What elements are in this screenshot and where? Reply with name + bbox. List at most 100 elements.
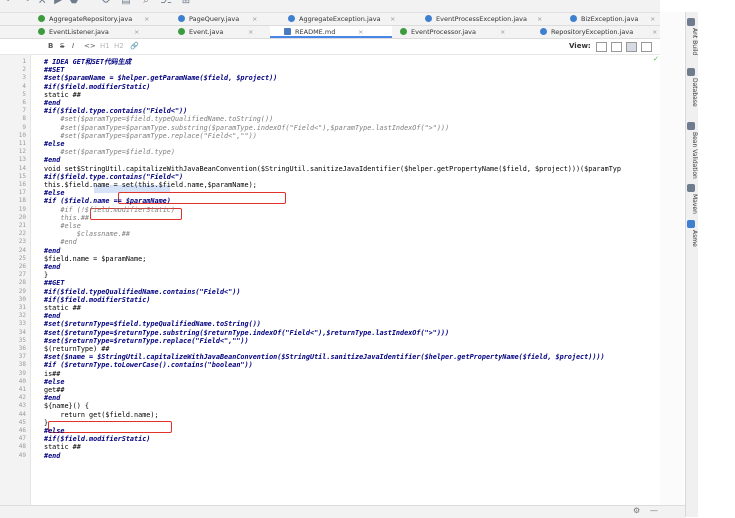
code-line[interactable]: #end — [44, 452, 60, 460]
code-line[interactable]: #end — [44, 263, 60, 271]
code-line[interactable]: #set($paramType=$field.typeQualifiedName… — [44, 115, 273, 123]
code-line[interactable]: $(returnType) ## — [44, 345, 109, 353]
code-line[interactable]: #end — [44, 247, 60, 255]
code-line[interactable]: static ## — [44, 443, 81, 451]
close-icon[interactable]: × — [390, 13, 395, 25]
code-line[interactable]: ##SET — [44, 66, 64, 74]
bold-button[interactable]: B — [48, 42, 53, 50]
code-line[interactable]: #if ($field.name == $paramName) — [44, 197, 171, 205]
undo-icon[interactable]: ↶ — [4, 0, 16, 6]
close-icon[interactable]: × — [252, 13, 257, 25]
code-line[interactable]: #end — [44, 99, 60, 107]
close-icon[interactable]: × — [652, 26, 657, 38]
close-icon[interactable]: × — [248, 26, 253, 38]
code-line[interactable]: } — [44, 419, 48, 427]
code-line[interactable]: return get($field.name); — [44, 411, 158, 419]
italic-button[interactable]: I — [72, 42, 74, 50]
tab-readme[interactable]: README.md × — [270, 26, 392, 38]
code-line[interactable]: get## — [44, 386, 64, 394]
code-line[interactable]: #if($field.modifierStatic) — [44, 435, 150, 443]
run-icon[interactable]: ▶ — [52, 0, 64, 6]
close-icon[interactable]: × — [134, 26, 139, 38]
tab-biz-exception[interactable]: BizException.java × — [570, 13, 660, 25]
redo-icon[interactable]: ↷ — [20, 0, 32, 6]
code-line[interactable]: #set($paramType=$field.type) — [44, 148, 175, 156]
tab-event-process-exception[interactable]: EventProcessException.java × — [425, 13, 555, 25]
code-line[interactable]: #if($field.type.contains("Field<") — [44, 173, 183, 181]
code-line[interactable]: #if($field.modifierStatic) — [44, 83, 150, 91]
code-line[interactable]: #else — [44, 140, 64, 148]
layout-toggle-button[interactable] — [641, 42, 652, 52]
tab-label: Event.java — [189, 28, 224, 36]
close-icon[interactable]: × — [650, 13, 655, 25]
h1-button[interactable]: H1 — [100, 42, 110, 50]
code-line[interactable]: #set($name = $StringUtil.capitalizeWithJ… — [44, 353, 605, 361]
editor-scrollbar[interactable] — [660, 12, 684, 505]
code-line[interactable]: #set($returnType=$field.typeQualifiedNam… — [44, 320, 261, 328]
code-line[interactable]: #else — [44, 189, 64, 197]
code-line[interactable]: #if($field.typeQualifiedName.contains("F… — [44, 288, 240, 296]
code-line[interactable]: #end — [44, 238, 76, 246]
h2-button[interactable]: H2 — [114, 42, 124, 50]
code-line[interactable]: #set($returnType=$returnType.substring($… — [44, 329, 449, 337]
minimize-icon[interactable]: — — [650, 506, 658, 515]
code-line[interactable]: #end — [44, 394, 60, 402]
structure-icon[interactable]: ▤ — [120, 0, 132, 6]
code-line[interactable]: #if($field.modifierStatic) — [44, 296, 150, 304]
code-line[interactable]: static ## — [44, 304, 81, 312]
code-line[interactable]: #else — [44, 427, 64, 435]
tool-asme[interactable]: Asme — [688, 230, 698, 247]
code-line[interactable]: static ## — [44, 91, 81, 99]
build-icon[interactable]: ⚒ — [36, 0, 48, 6]
gear-icon[interactable]: ⚙ — [633, 506, 640, 515]
code-button[interactable]: <> — [84, 42, 96, 50]
tool-ant-build[interactable]: Ant Build — [688, 28, 698, 55]
split-view-button[interactable] — [611, 42, 622, 52]
code-line[interactable]: #if (!$field.modifierStatic) — [44, 206, 175, 214]
close-icon[interactable]: × — [500, 26, 505, 38]
editor-only-view-button[interactable] — [596, 42, 607, 52]
tab-event-listener[interactable]: EventListener.java × — [38, 26, 148, 38]
code-line[interactable]: } — [44, 271, 48, 279]
editor-code-area[interactable]: # IDEA GET和SET代码生成 ##SET #set($paramName =… — [34, 55, 660, 505]
code-line[interactable]: #if ($returnType.toLowerCase().contains(… — [44, 361, 253, 369]
code-line[interactable]: #set($paramType=$paramType.substring($pa… — [44, 124, 449, 132]
link-icon[interactable]: 🔗 — [130, 42, 139, 50]
preview-view-button[interactable] — [626, 42, 637, 52]
close-icon[interactable]: × — [358, 26, 363, 38]
settings-icon[interactable]: ⚙ — [100, 0, 112, 6]
code-line[interactable]: $classname.## — [44, 230, 130, 238]
tab-aggregate-repository[interactable]: AggregateRepository.java × — [38, 13, 168, 25]
code-line[interactable]: is## — [44, 370, 60, 378]
code-line[interactable]: #end — [44, 312, 60, 320]
search-icon[interactable]: ⌕ — [140, 0, 152, 6]
code-line[interactable]: # IDEA GET和SET代码生成 — [44, 58, 131, 66]
code-line[interactable]: ##GET — [44, 279, 64, 287]
code-line[interactable]: this.$field.name = set(this.$field.name,… — [44, 181, 257, 189]
code-line[interactable]: ${name}() { — [44, 402, 89, 410]
code-line[interactable]: $field.name = $paramName; — [44, 255, 146, 263]
close-icon[interactable]: × — [537, 13, 542, 25]
tab-page-query[interactable]: PageQuery.java × — [178, 13, 278, 25]
code-line[interactable]: #end — [44, 156, 60, 164]
tool-database[interactable]: Database — [688, 78, 698, 107]
code-line[interactable]: #else — [44, 378, 64, 386]
code-line[interactable]: #set($paramType=$paramType.replace("Fiel… — [44, 132, 256, 140]
code-line[interactable]: #else — [44, 222, 80, 230]
tab-event[interactable]: Event.java × — [178, 26, 258, 38]
plugin-icon[interactable]: ⊞ — [180, 0, 192, 6]
tool-bean-validation[interactable]: Bean Validation — [688, 132, 698, 179]
code-line[interactable]: #if($field.type.contains("Field<")) — [44, 107, 187, 115]
tab-aggregate-exception[interactable]: AggregateException.java × — [288, 13, 408, 25]
code-line[interactable]: #set($paramName = $helper.getParamName($… — [44, 74, 277, 82]
vcs-icon[interactable]: ⎇ — [160, 0, 172, 6]
code-line[interactable]: #set($returnType=$returnType.replace("Fi… — [44, 337, 249, 345]
strikethrough-button[interactable]: S — [60, 42, 64, 50]
close-icon[interactable]: × — [144, 13, 149, 25]
tab-event-processor[interactable]: EventProcessor.java × — [400, 26, 510, 38]
tab-repository-exception[interactable]: RepositoryException.java × — [540, 26, 660, 38]
code-line[interactable]: this.## — [44, 214, 89, 222]
tool-maven[interactable]: Maven — [688, 194, 698, 214]
debug-icon[interactable]: ⬣ — [68, 0, 80, 6]
code-line[interactable]: void set$StringUtil.capitalizeWithJavaBe… — [44, 165, 621, 173]
